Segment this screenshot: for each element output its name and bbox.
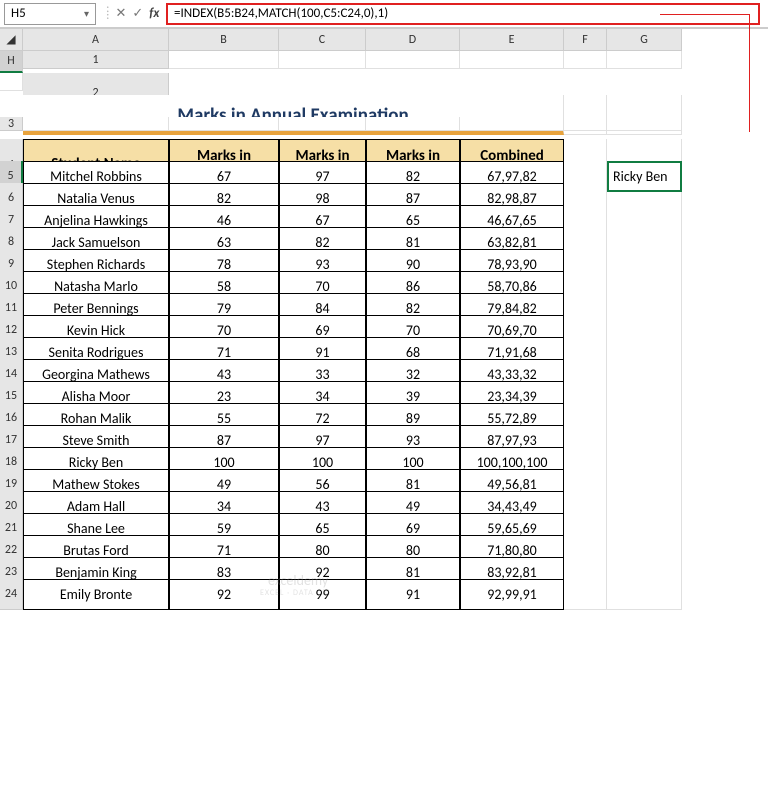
cell-blank[interactable] (564, 579, 607, 610)
table-cell[interactable]: 91 (366, 579, 460, 610)
cell-blank (169, 117, 279, 131)
name-box[interactable]: H5 ▾ (4, 3, 96, 25)
spreadsheet-grid[interactable]: ◢ABCDEFGH12Marks in Annual Examination34… (0, 28, 768, 601)
chevron-down-icon[interactable]: ▾ (84, 7, 89, 20)
cell-blank (0, 73, 23, 91)
row-header-3[interactable]: 3 (0, 117, 23, 131)
row-header-24[interactable]: 24 (0, 579, 23, 610)
name-box-value: H5 (11, 6, 26, 21)
table-cell[interactable]: Emily Bronte (23, 579, 169, 610)
table-cell[interactable]: 92,99,91 (460, 579, 564, 610)
formula-text: =INDEX(B5:B24,MATCH(100,C5:C24,0),1) (174, 6, 388, 21)
col-header-H[interactable]: H (0, 51, 23, 73)
active-cell-value: Ricky Ben (613, 168, 668, 185)
col-header-A[interactable]: A (23, 29, 169, 51)
table-cell[interactable]: 99exceldemyEXCEL · DATA · BI (279, 579, 366, 610)
formula-bar[interactable]: =INDEX(B5:B24,MATCH(100,C5:C24,0),1) (166, 3, 760, 25)
fx-icon[interactable]: fx (149, 6, 159, 21)
col-header-B[interactable]: B (169, 29, 279, 51)
cell-blank (607, 117, 682, 131)
cell-blank (279, 51, 366, 69)
fx-buttons: ⁞ ✕ ✓ fx (106, 6, 166, 21)
active-cell-H5[interactable]: Ricky Ben (607, 161, 682, 192)
col-header-C[interactable]: C (279, 29, 366, 51)
cell-blank (607, 51, 682, 69)
col-header-D[interactable]: D (366, 29, 460, 51)
col-header-G[interactable]: G (607, 29, 682, 51)
cell-blank (564, 51, 607, 69)
col-header-E[interactable]: E (460, 29, 564, 51)
cancel-icon[interactable]: ✕ (115, 6, 126, 21)
enter-icon[interactable]: ✓ (132, 6, 143, 21)
cell-blank (366, 51, 460, 69)
cell-blank (460, 117, 564, 131)
cell-blank (460, 51, 564, 69)
formula-bar-row: H5 ▾ ⁞ ✕ ✓ fx =INDEX(B5:B24,MATCH(100,C5… (0, 0, 768, 28)
cell-blank[interactable] (607, 579, 682, 610)
col-header-F[interactable]: F (564, 29, 607, 51)
cell-blank (169, 51, 279, 69)
cell-blank (366, 117, 460, 131)
cell-blank (279, 117, 366, 131)
cell-blank (564, 117, 607, 131)
cell-blank (23, 117, 169, 131)
row-header-1[interactable]: 1 (23, 51, 169, 69)
table-cell[interactable]: 92 (169, 579, 279, 610)
select-all-corner[interactable]: ◢ (0, 29, 23, 51)
